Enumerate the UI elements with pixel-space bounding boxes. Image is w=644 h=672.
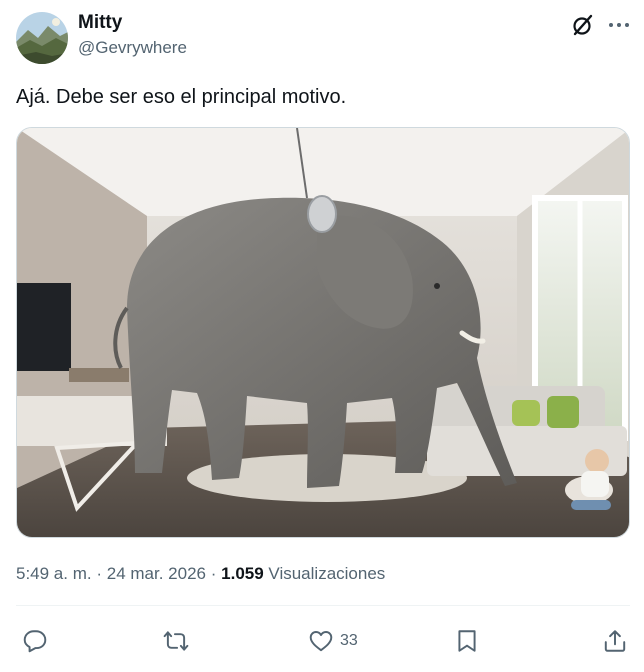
- tweet-time[interactable]: 5:49 a. m.: [16, 564, 92, 583]
- retweet-icon: [163, 631, 189, 651]
- tweet-meta: 5:49 a. m. · 24 mar. 2026 · 1.059 Visual…: [16, 563, 385, 585]
- meta-separator: ·: [96, 564, 103, 583]
- tweet-date[interactable]: 24 mar. 2026: [107, 564, 206, 583]
- tweet-media[interactable]: [16, 127, 630, 538]
- tweet-header: Mitty @Gevrywhere: [16, 10, 632, 66]
- like-count: 33: [340, 632, 358, 649]
- author-handle[interactable]: @Gevrywhere: [78, 37, 187, 59]
- heart-icon: [309, 631, 333, 652]
- meta-separator: ·: [210, 564, 217, 583]
- mountain-landscape-avatar-icon: [16, 12, 68, 64]
- views-count[interactable]: 1.059: [221, 564, 264, 583]
- avatar[interactable]: [16, 12, 68, 64]
- reply-icon: [23, 630, 47, 653]
- bookmark-icon: [458, 630, 476, 652]
- tweet-text: Ajá. Debe ser eso el principal motivo.: [16, 86, 347, 108]
- more-dots-icon[interactable]: [606, 12, 632, 38]
- divider: [16, 605, 630, 606]
- reply-button[interactable]: [22, 622, 54, 660]
- retweet-button[interactable]: [163, 622, 195, 660]
- share-icon: [604, 630, 626, 652]
- author-names: Mitty @Gevrywhere: [78, 12, 187, 59]
- action-bar: 33: [16, 622, 630, 660]
- grok-icon[interactable]: [570, 12, 596, 38]
- elephant-in-living-room-image-icon: [17, 128, 629, 537]
- like-button[interactable]: 33: [308, 622, 358, 660]
- views-label[interactable]: Visualizaciones: [268, 564, 385, 583]
- share-button[interactable]: [602, 622, 628, 660]
- display-name[interactable]: Mitty: [78, 12, 187, 34]
- bookmark-button[interactable]: [454, 622, 486, 660]
